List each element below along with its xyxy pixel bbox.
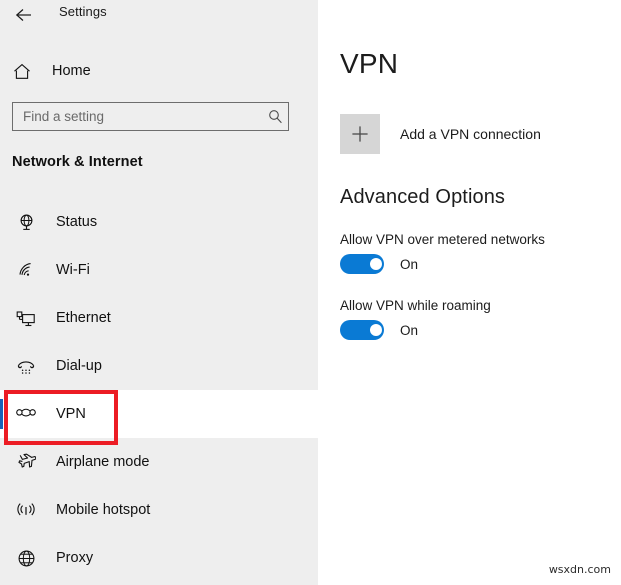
page-title: VPN: [340, 48, 399, 79]
home-icon: [8, 63, 36, 80]
sidebar-nav: Status Wi-Fi Ethernet Dial-up VPN Airpla…: [0, 198, 318, 582]
wifi-icon: [12, 262, 40, 278]
globe-icon: [12, 549, 40, 568]
content-panel: VPN Add a VPN connection Advanced Option…: [318, 0, 621, 585]
sidebar-item-vpn[interactable]: VPN: [0, 390, 318, 438]
advanced-options-title: Advanced Options: [340, 186, 506, 208]
sidebar-item-home[interactable]: Home: [8, 56, 298, 86]
sidebar-item-label: Airplane mode: [56, 454, 150, 470]
globe-monitor-icon: [12, 213, 40, 232]
sidebar-item-wifi[interactable]: Wi-Fi: [0, 246, 318, 294]
dialup-phone-icon: [12, 358, 40, 375]
ethernet-icon: [12, 310, 40, 327]
broadcast-icon: [12, 502, 40, 519]
toggle-label: Allow VPN while roaming: [340, 298, 491, 313]
sidebar: Settings Home Network & Internet: [0, 0, 318, 585]
vpn-icon: [12, 407, 40, 421]
sidebar-item-ethernet[interactable]: Ethernet: [0, 294, 318, 342]
sidebar-item-label: Proxy: [56, 550, 94, 566]
allow-vpn-roaming-toggle[interactable]: [340, 320, 384, 340]
section-title: Network & Internet: [12, 154, 143, 170]
sidebar-item-airplane-mode[interactable]: Airplane mode: [0, 438, 318, 486]
toggle-knob: [370, 258, 382, 270]
sidebar-item-proxy[interactable]: Proxy: [0, 534, 318, 582]
airplane-icon: [12, 453, 40, 472]
search-box[interactable]: [12, 102, 289, 131]
sidebar-item-dialup[interactable]: Dial-up: [0, 342, 318, 390]
toggle-state-label: On: [400, 256, 419, 272]
settings-window: Settings Home Network & Internet: [0, 0, 621, 585]
search-icon[interactable]: [262, 109, 288, 124]
watermark: wsxdn.com: [548, 563, 611, 576]
sidebar-item-mobile-hotspot[interactable]: Mobile hotspot: [0, 486, 318, 534]
sidebar-item-label: Ethernet: [56, 310, 111, 326]
back-arrow-icon[interactable]: [10, 2, 38, 28]
title-bar: Settings: [0, 0, 318, 30]
toggle-row: On: [340, 320, 491, 340]
sidebar-item-label: Wi-Fi: [56, 262, 90, 278]
toggle-knob: [370, 324, 382, 336]
toggle-label: Allow VPN over metered networks: [340, 232, 545, 247]
sidebar-item-label: Dial-up: [56, 358, 102, 374]
add-vpn-connection-button[interactable]: Add a VPN connection: [340, 114, 541, 154]
sidebar-item-status[interactable]: Status: [0, 198, 318, 246]
sidebar-item-label: Home: [52, 63, 91, 79]
toggle-group-roaming: Allow VPN while roaming On: [340, 298, 491, 340]
toggle-state-label: On: [400, 322, 419, 338]
allow-vpn-metered-toggle[interactable]: [340, 254, 384, 274]
toggle-row: On: [340, 254, 545, 274]
plus-icon: [340, 114, 380, 154]
toggle-group-metered: Allow VPN over metered networks On: [340, 232, 545, 274]
add-vpn-label: Add a VPN connection: [400, 126, 541, 142]
search-input[interactable]: [13, 103, 262, 130]
sidebar-item-label: Mobile hotspot: [56, 502, 151, 518]
app-title: Settings: [59, 4, 107, 19]
sidebar-item-label: Status: [56, 214, 98, 230]
sidebar-item-label: VPN: [56, 406, 86, 422]
